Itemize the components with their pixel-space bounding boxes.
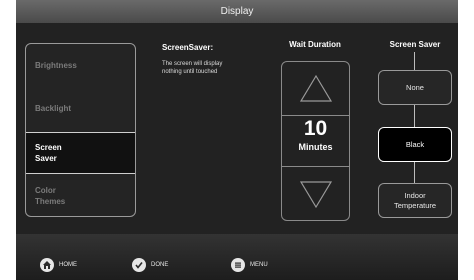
- menu-item-screen-saver[interactable]: Screen Saver: [26, 132, 135, 174]
- menu-item-label: Brightness: [35, 60, 77, 70]
- menu-item-label: Backlight: [35, 103, 72, 113]
- home-label: HOME: [59, 262, 77, 268]
- option-none-button[interactable]: None: [378, 70, 452, 105]
- home-icon: [40, 258, 54, 272]
- menu-item-color-themes[interactable]: Color Themes: [26, 175, 135, 216]
- screen-saver-label: Screen Saver: [389, 40, 441, 49]
- menu-label: MENU: [250, 262, 268, 268]
- arrow-up-icon: [299, 74, 332, 102]
- home-button[interactable]: HOME: [40, 258, 77, 272]
- display-menu: Brightness Backlight Screen Saver Color …: [25, 43, 136, 217]
- screensaver-info-title: ScreenSaver:: [162, 43, 214, 52]
- option-connector: [414, 105, 415, 127]
- thermostat-screen: Display Brightness Backlight Screen Save…: [16, 0, 458, 280]
- wait-duration-stepper: 10 Minutes: [281, 61, 350, 221]
- arrow-down-icon: [299, 180, 332, 208]
- done-label: DONE: [151, 262, 169, 268]
- option-label: Indoor Temperature: [393, 190, 437, 210]
- menu-button[interactable]: MENU: [231, 258, 268, 272]
- checkmark-icon: [132, 258, 146, 272]
- option-label: Black: [405, 139, 425, 149]
- menu-item-label: Screen Saver: [35, 143, 62, 163]
- option-connector: [414, 52, 415, 70]
- option-connector: [414, 162, 415, 183]
- wait-duration-value: 10: [303, 117, 328, 140]
- option-indoor-temperature-button[interactable]: Indoor Temperature: [378, 183, 452, 218]
- decrease-button[interactable]: [282, 167, 349, 220]
- display-settings-panel: Brightness Backlight Screen Saver Color …: [16, 23, 458, 234]
- done-button[interactable]: DONE: [132, 258, 168, 272]
- wait-duration-label: Wait Duration: [289, 40, 341, 49]
- title-bar: Display: [16, 0, 458, 23]
- menu-icon: [231, 258, 245, 272]
- page-title: Display: [220, 6, 254, 17]
- stepper-divider: [282, 115, 349, 116]
- screensaver-info-text: The screen will display nothing until to…: [162, 61, 223, 75]
- menu-item-backlight[interactable]: Backlight: [26, 87, 135, 129]
- wait-duration-unit: Minutes: [298, 142, 333, 152]
- option-black-button[interactable]: Black: [378, 127, 452, 162]
- bottom-nav-bar: HOME DONE MENU: [16, 234, 458, 280]
- menu-item-label: Color Themes: [35, 186, 66, 206]
- increase-button[interactable]: [282, 62, 349, 115]
- option-label: None: [406, 82, 424, 92]
- menu-item-brightness[interactable]: Brightness: [26, 44, 135, 86]
